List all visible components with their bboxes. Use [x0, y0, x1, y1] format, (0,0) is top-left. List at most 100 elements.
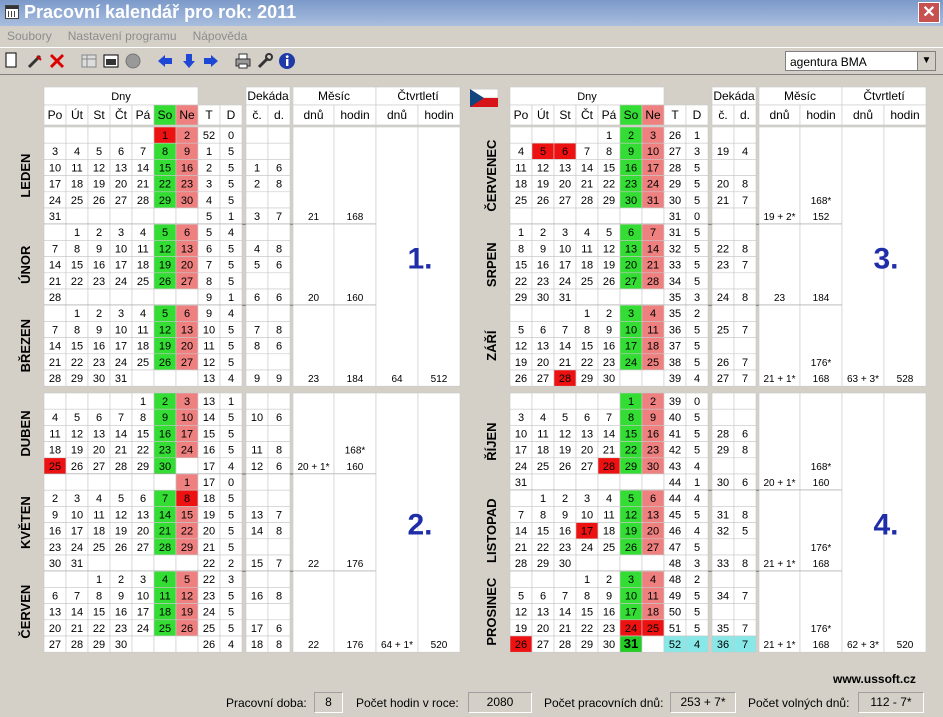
- day-number: 28: [115, 461, 127, 473]
- day-number: 30: [49, 558, 61, 570]
- day-cell: [531, 207, 555, 225]
- agency-select[interactable]: agentura BMA ▼: [785, 51, 936, 71]
- month-hours: 176: [347, 559, 364, 570]
- website-link[interactable]: www.ussoft.cz: [833, 672, 916, 686]
- tools-icon[interactable]: [256, 52, 274, 70]
- quarter-workdays: 64: [391, 374, 403, 385]
- week-days: 5: [228, 509, 234, 521]
- day-number: 28: [49, 292, 61, 304]
- day-number: 1: [540, 493, 546, 505]
- week-days: 2: [228, 558, 234, 570]
- print-icon[interactable]: [234, 52, 252, 70]
- day-number: 11: [49, 428, 60, 440]
- day-number: 1: [140, 396, 146, 408]
- day-cell: [597, 554, 621, 572]
- day-number: 16: [181, 162, 193, 174]
- menu-soubory[interactable]: Soubory: [0, 26, 58, 43]
- header-col-label: č.: [718, 108, 727, 122]
- day-number: 3: [628, 308, 634, 320]
- close-button[interactable]: ✕: [918, 2, 940, 23]
- day-number: 6: [650, 493, 656, 505]
- day-number: 14: [559, 607, 571, 619]
- decade-days-cell: [267, 570, 291, 588]
- chevron-down-icon[interactable]: ▼: [917, 52, 935, 70]
- week-number: 43: [669, 461, 681, 473]
- week-number: 35: [669, 308, 681, 320]
- day-number: 16: [603, 607, 615, 619]
- day-number: 3: [140, 574, 146, 586]
- week-number: 14: [203, 412, 215, 424]
- week-days: 5: [694, 412, 700, 424]
- decade-days: 6: [276, 162, 282, 174]
- day-number: 10: [515, 428, 527, 440]
- day-number: 9: [606, 324, 612, 336]
- header-col-label: D: [693, 108, 702, 122]
- day-number: 11: [137, 243, 148, 255]
- day-number: 14: [115, 428, 127, 440]
- decade-number-cell: [711, 272, 735, 290]
- day-number: 4: [140, 308, 146, 320]
- week-days: 5: [228, 162, 234, 174]
- decade-days-cell: [267, 191, 291, 209]
- day-number: 28: [559, 639, 571, 651]
- day-number: 8: [584, 324, 590, 336]
- week-number: 31: [669, 211, 681, 223]
- window-title: Pracovní kalendář pro rok: 2011: [24, 2, 297, 22]
- day-number: 11: [647, 324, 658, 336]
- arrow-right-icon[interactable]: [202, 52, 220, 70]
- day-number: 19: [159, 260, 171, 272]
- day-number: 26: [159, 276, 171, 288]
- grid-icon[interactable]: [102, 52, 120, 70]
- day-cell: [87, 207, 111, 225]
- header-month: Měsíc: [318, 89, 350, 103]
- day-number: 8: [140, 412, 146, 424]
- menu-napoveda[interactable]: Nápověda: [186, 26, 254, 43]
- day-number: 15: [71, 341, 83, 353]
- day-number: 27: [137, 542, 149, 554]
- circle-icon[interactable]: [124, 52, 142, 70]
- arrow-left-icon[interactable]: [156, 52, 174, 70]
- day-number: 26: [537, 195, 549, 207]
- week-days: 5: [694, 542, 700, 554]
- day-number: 28: [71, 639, 83, 651]
- decade-number: 36: [717, 639, 729, 651]
- day-number: 5: [162, 308, 168, 320]
- table-icon[interactable]: [80, 52, 98, 70]
- decade-days: 6: [742, 477, 748, 489]
- day-number: 28: [581, 195, 593, 207]
- day-number: 2: [540, 227, 546, 239]
- arrow-down-icon[interactable]: [180, 52, 198, 70]
- day-cell: [531, 392, 555, 410]
- day-number: 5: [562, 412, 568, 424]
- delete-icon[interactable]: [48, 52, 66, 70]
- day-cell: [641, 288, 665, 306]
- day-number: 9: [540, 243, 546, 255]
- decade-number-cell: [711, 408, 735, 426]
- month-hours: 160: [813, 478, 830, 489]
- day-number: 10: [137, 590, 149, 602]
- day-number: 9: [184, 146, 190, 158]
- day-number: 5: [162, 227, 168, 239]
- info-icon[interactable]: [278, 52, 296, 70]
- edit-icon[interactable]: [26, 52, 44, 70]
- day-cell: [43, 392, 67, 410]
- day-number: 23: [159, 445, 171, 457]
- day-number: 18: [159, 607, 171, 619]
- day-cell: [153, 635, 177, 653]
- day-number: 19: [515, 623, 527, 635]
- week-number: 44: [669, 493, 681, 505]
- day-cell: [131, 288, 155, 306]
- day-number: 13: [581, 428, 593, 440]
- day-number: 29: [71, 373, 83, 385]
- day-number: 31: [115, 373, 127, 385]
- menu-nastaveni[interactable]: Nastavení programu: [61, 26, 183, 43]
- day-number: 6: [96, 412, 102, 424]
- day-number: 15: [515, 260, 527, 272]
- day-number: 4: [650, 574, 656, 586]
- day-number: 4: [96, 493, 102, 505]
- new-icon[interactable]: [2, 52, 20, 70]
- day-cell: [509, 207, 533, 225]
- day-number: 6: [540, 324, 546, 336]
- week-number: 11: [203, 341, 214, 353]
- month-name: BŘEZEN: [18, 319, 33, 372]
